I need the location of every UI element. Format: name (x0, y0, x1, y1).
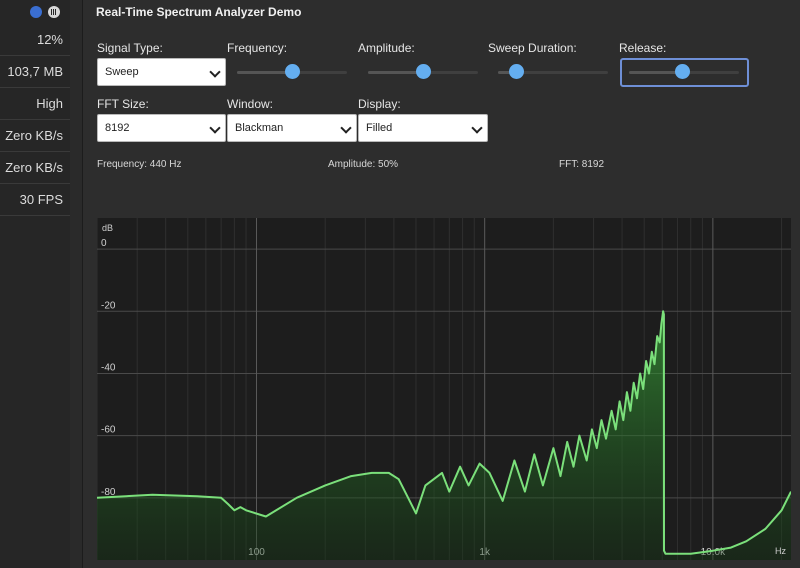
release-slider-thumb[interactable] (675, 64, 690, 79)
y-tick-label: -60 (101, 425, 116, 436)
y-tick-label: -40 (101, 362, 116, 373)
release-slider[interactable] (629, 63, 739, 81)
disk-read: Zero KB/s (0, 120, 70, 152)
frequency-readout: Frequency: 440 Hz (97, 159, 182, 170)
display-value: Filled (366, 122, 393, 134)
sidebar-icons (0, 0, 70, 24)
sidebar-divider[interactable] (70, 0, 83, 568)
amplitude-readout: Amplitude: 50% (328, 159, 399, 170)
amplitude-slider-fill (368, 71, 423, 74)
grid-icon[interactable] (48, 6, 60, 18)
frequency-label: Frequency: (227, 41, 288, 55)
cpu-usage: 12% (0, 24, 70, 56)
window-value: Blackman (235, 122, 284, 134)
y-tick-label: 0 (101, 238, 107, 249)
amplitude-label: Amplitude: (358, 41, 415, 55)
chevron-down-icon (340, 122, 352, 134)
y-tick-label: -20 (101, 300, 116, 311)
fft-size-label: FFT Size: (97, 97, 149, 111)
frequency-slider-fill (237, 71, 292, 74)
fps-counter: 30 FPS (0, 184, 70, 216)
sweep-duration-label: Sweep Duration: (488, 41, 577, 55)
signal-type-label: Signal Type: (97, 41, 163, 55)
page-title: Real-Time Spectrum Analyzer Demo (96, 5, 302, 19)
window-select[interactable]: Blackman (227, 114, 357, 142)
signal-type-value: Sweep (105, 66, 139, 78)
sweep-duration-slider-thumb[interactable] (509, 64, 524, 79)
spectrum-svg: 0-20-40-60-801001k10.0k (97, 218, 791, 560)
chevron-down-icon (209, 122, 221, 134)
info-icon[interactable] (30, 6, 42, 18)
stats-sidebar: 12% 103,7 MB High Zero KB/s Zero KB/s 30… (0, 0, 71, 568)
amplitude-slider-thumb[interactable] (416, 64, 431, 79)
fft-readout: FFT: 8192 (559, 159, 605, 170)
window-label: Window: (227, 97, 274, 111)
fft-size-value: 8192 (105, 122, 130, 134)
y-axis-unit: dB (102, 223, 114, 233)
frequency-slider-thumb[interactable] (285, 64, 300, 79)
main-panel: Real-Time Spectrum Analyzer Demo Signal … (83, 0, 800, 568)
memory-usage: 103,7 MB (0, 56, 70, 88)
signal-type-select[interactable]: Sweep (97, 58, 226, 86)
chevron-down-icon (471, 122, 483, 134)
fft-size-select[interactable]: 8192 (97, 114, 226, 142)
amplitude-slider[interactable] (368, 63, 478, 81)
sweep-duration-slider[interactable] (498, 63, 608, 81)
spectrum-plot[interactable]: 0-20-40-60-801001k10.0k dB Hz (97, 218, 791, 560)
disk-write: Zero KB/s (0, 152, 70, 184)
display-label: Display: (358, 97, 401, 111)
frequency-slider[interactable] (237, 63, 347, 81)
display-select[interactable]: Filled (358, 114, 488, 142)
energy-impact: High (0, 88, 70, 120)
release-label: Release: (619, 41, 667, 55)
chevron-down-icon (209, 66, 221, 78)
x-axis-unit: Hz (775, 546, 786, 556)
